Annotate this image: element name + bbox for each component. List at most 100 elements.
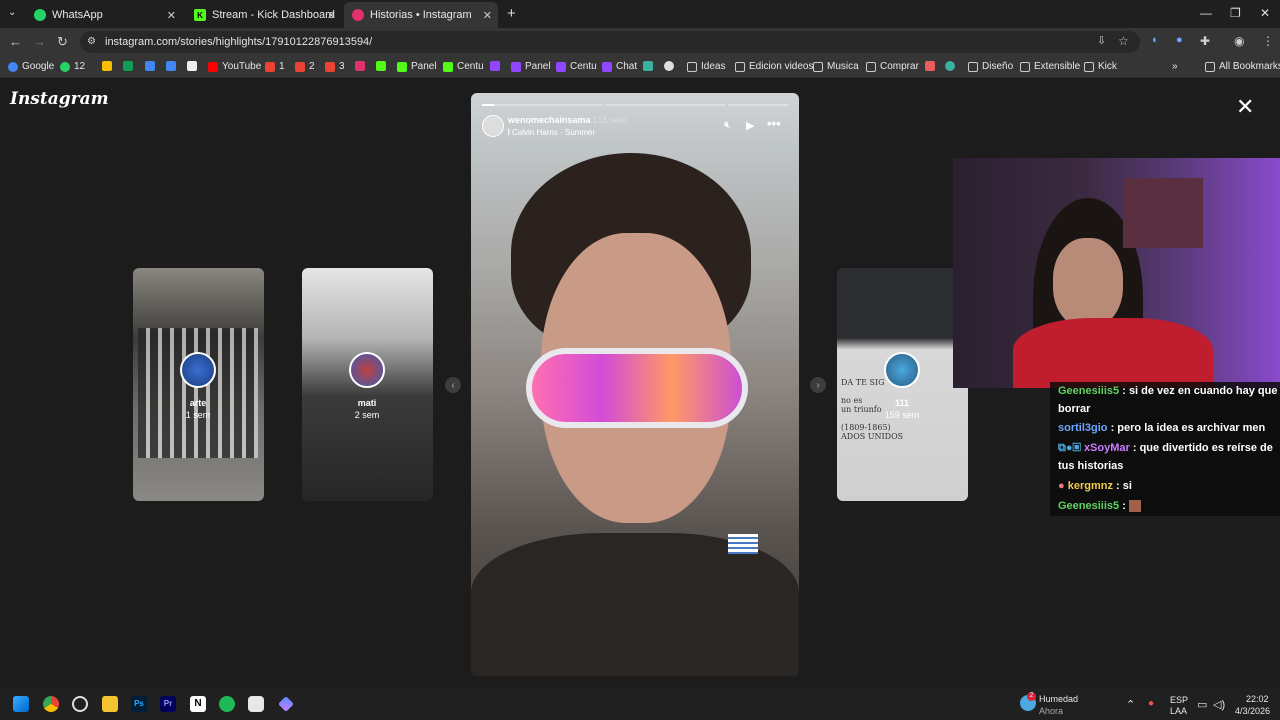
chevron-up-icon[interactable]: ⌃: [1126, 698, 1135, 711]
play-icon[interactable]: ▶: [746, 119, 754, 132]
bookmark-app-2[interactable]: [925, 61, 939, 71]
all-bookmarks[interactable]: All Bookmarks: [1205, 61, 1280, 72]
tab-instagram[interactable]: Historias • Instagram ✕: [344, 2, 498, 28]
extension-icon[interactable]: ◐: [1152, 34, 1159, 46]
webcam-person: [1013, 318, 1213, 388]
install-icon[interactable]: ⇩: [1097, 34, 1106, 47]
puzzle-icon[interactable]: ✚: [1200, 34, 1210, 48]
bookmark-panel-kick[interactable]: Panel: [397, 61, 437, 72]
file-explorer-icon[interactable]: [102, 696, 118, 712]
profile-icon[interactable]: ◉: [1234, 34, 1244, 48]
bookmark-centu-twitch[interactable]: Centu: [556, 61, 597, 72]
bookmark-docs[interactable]: [145, 61, 159, 71]
windows-start-icon[interactable]: [13, 696, 29, 712]
bookmarks-overflow-icon[interactable]: »: [1172, 61, 1178, 72]
folder-icon: [813, 61, 823, 72]
avatar: [349, 352, 385, 388]
notification-badge: 2: [1027, 692, 1036, 701]
mute-icon[interactable]: 🔇︎: [724, 119, 731, 132]
folder-icon: [735, 61, 745, 72]
weather-subtitle: Ahora: [1039, 706, 1064, 716]
bookmark-folder-ideas[interactable]: Ideas: [687, 61, 725, 72]
bookmark-chat[interactable]: Chat: [602, 61, 637, 72]
bookmark-youtube[interactable]: YouTube: [208, 61, 261, 72]
photoshop-icon[interactable]: Ps: [131, 696, 147, 712]
volume-icon[interactable]: ◁): [1213, 698, 1225, 711]
bookmark-folder-comprar[interactable]: Comprar: [866, 61, 919, 72]
bookmark-google[interactable]: Google: [8, 61, 54, 72]
notion-icon[interactable]: N: [190, 696, 206, 712]
story-avatar[interactable]: [482, 115, 504, 137]
bookmark-panel-twitch[interactable]: Panel: [511, 61, 551, 72]
clock-date: 4/3/2026: [1235, 706, 1271, 716]
story-username[interactable]: wenomechainsama: [508, 115, 591, 125]
kick-icon: [376, 61, 386, 71]
chat-username: sortil3gio: [1058, 422, 1108, 434]
site-info-icon[interactable]: ⚙: [87, 36, 96, 47]
bookmark-instagram[interactable]: [355, 61, 369, 71]
chrome-icon[interactable]: [43, 696, 59, 712]
bookmark-centu-kick[interactable]: Centu: [443, 61, 484, 72]
tab-kick[interactable]: K Stream - Kick Dashboard ✕: [186, 4, 342, 26]
bookmark-github[interactable]: [664, 61, 678, 71]
bookmark-app-3[interactable]: [945, 61, 959, 71]
bookmark-sheets[interactable]: [123, 61, 137, 71]
whatsapp-icon: [34, 9, 46, 21]
bookmark-twitch[interactable]: [490, 61, 504, 71]
tab-search-icon[interactable]: ⌄: [8, 7, 16, 18]
close-icon[interactable]: ✕: [1236, 94, 1254, 120]
restore-button[interactable]: ❐: [1230, 6, 1241, 20]
bookmark-kick[interactable]: [376, 61, 390, 71]
story-viewer[interactable]: [471, 93, 799, 676]
whatsapp-icon: [60, 61, 70, 72]
story-song[interactable]: 𝄃 Calvin Harris · Summer: [508, 128, 595, 138]
menu-icon[interactable]: ⋮: [1262, 34, 1274, 48]
bookmark-gmail-1[interactable]: 1: [265, 61, 285, 72]
tab-close-icon[interactable]: ✕: [483, 9, 492, 22]
spotify-icon[interactable]: [219, 696, 235, 712]
bookmark-folder-musica[interactable]: Musica: [813, 61, 859, 72]
bookmark-folder-kick[interactable]: Kick: [1084, 61, 1117, 72]
bookmark-folder-diseno[interactable]: Diseño: [968, 61, 1013, 72]
app-icon[interactable]: [248, 696, 264, 712]
language-indicator[interactable]: ESP: [1170, 695, 1188, 705]
reload-icon[interactable]: ↻: [57, 34, 68, 50]
story-image: [526, 348, 748, 428]
bookmark-calendar[interactable]: [166, 61, 180, 71]
kick-icon: [443, 61, 453, 72]
bookmark-notion[interactable]: [187, 61, 201, 71]
tab-close-icon[interactable]: ✕: [327, 9, 336, 22]
bookmark-folder-edicion[interactable]: Edicion videos: [735, 61, 813, 72]
previous-story-button[interactable]: ‹: [445, 377, 461, 393]
microphone-icon[interactable]: ●: [1148, 698, 1154, 709]
side-story-age: 2 sem: [354, 410, 380, 420]
close-window-button[interactable]: ✕: [1260, 6, 1270, 20]
bookmark-folder-extensible[interactable]: Extensible: [1020, 61, 1080, 72]
new-tab-button[interactable]: +: [507, 5, 516, 22]
bookmark-gmail-3[interactable]: 3: [325, 61, 345, 72]
instagram-logo[interactable]: Instagram: [10, 89, 109, 109]
emote-icon: [1128, 500, 1141, 513]
obs-icon[interactable]: [72, 696, 88, 712]
bookmark-whatsapp[interactable]: 12: [60, 61, 85, 72]
tab-whatsapp[interactable]: WhatsApp ✕: [26, 4, 182, 26]
next-story-button[interactable]: ›: [810, 377, 826, 393]
webcam-overlay: [953, 158, 1280, 388]
more-options-icon[interactable]: •••: [767, 116, 781, 131]
story-progress-fill: [482, 104, 494, 106]
bookmark-gmail-2[interactable]: 2: [295, 61, 315, 72]
bookmark-drive[interactable]: [102, 61, 116, 71]
google-icon: [8, 61, 18, 72]
network-icon[interactable]: ▭: [1197, 698, 1207, 711]
extension-icon[interactable]: ●: [1176, 34, 1183, 46]
premiere-icon[interactable]: Pr: [160, 696, 176, 712]
minimize-button[interactable]: —: [1200, 6, 1212, 20]
story-progress-bar: [482, 104, 602, 106]
tab-close-icon[interactable]: ✕: [167, 9, 176, 22]
bookmark-app[interactable]: [643, 61, 657, 71]
weather-title[interactable]: Humedad: [1039, 694, 1078, 704]
forward-icon[interactable]: →: [33, 34, 46, 49]
star-icon[interactable]: ☆: [1118, 34, 1129, 48]
clock-time[interactable]: 22:02: [1246, 694, 1269, 704]
back-icon[interactable]: ←: [9, 34, 22, 49]
